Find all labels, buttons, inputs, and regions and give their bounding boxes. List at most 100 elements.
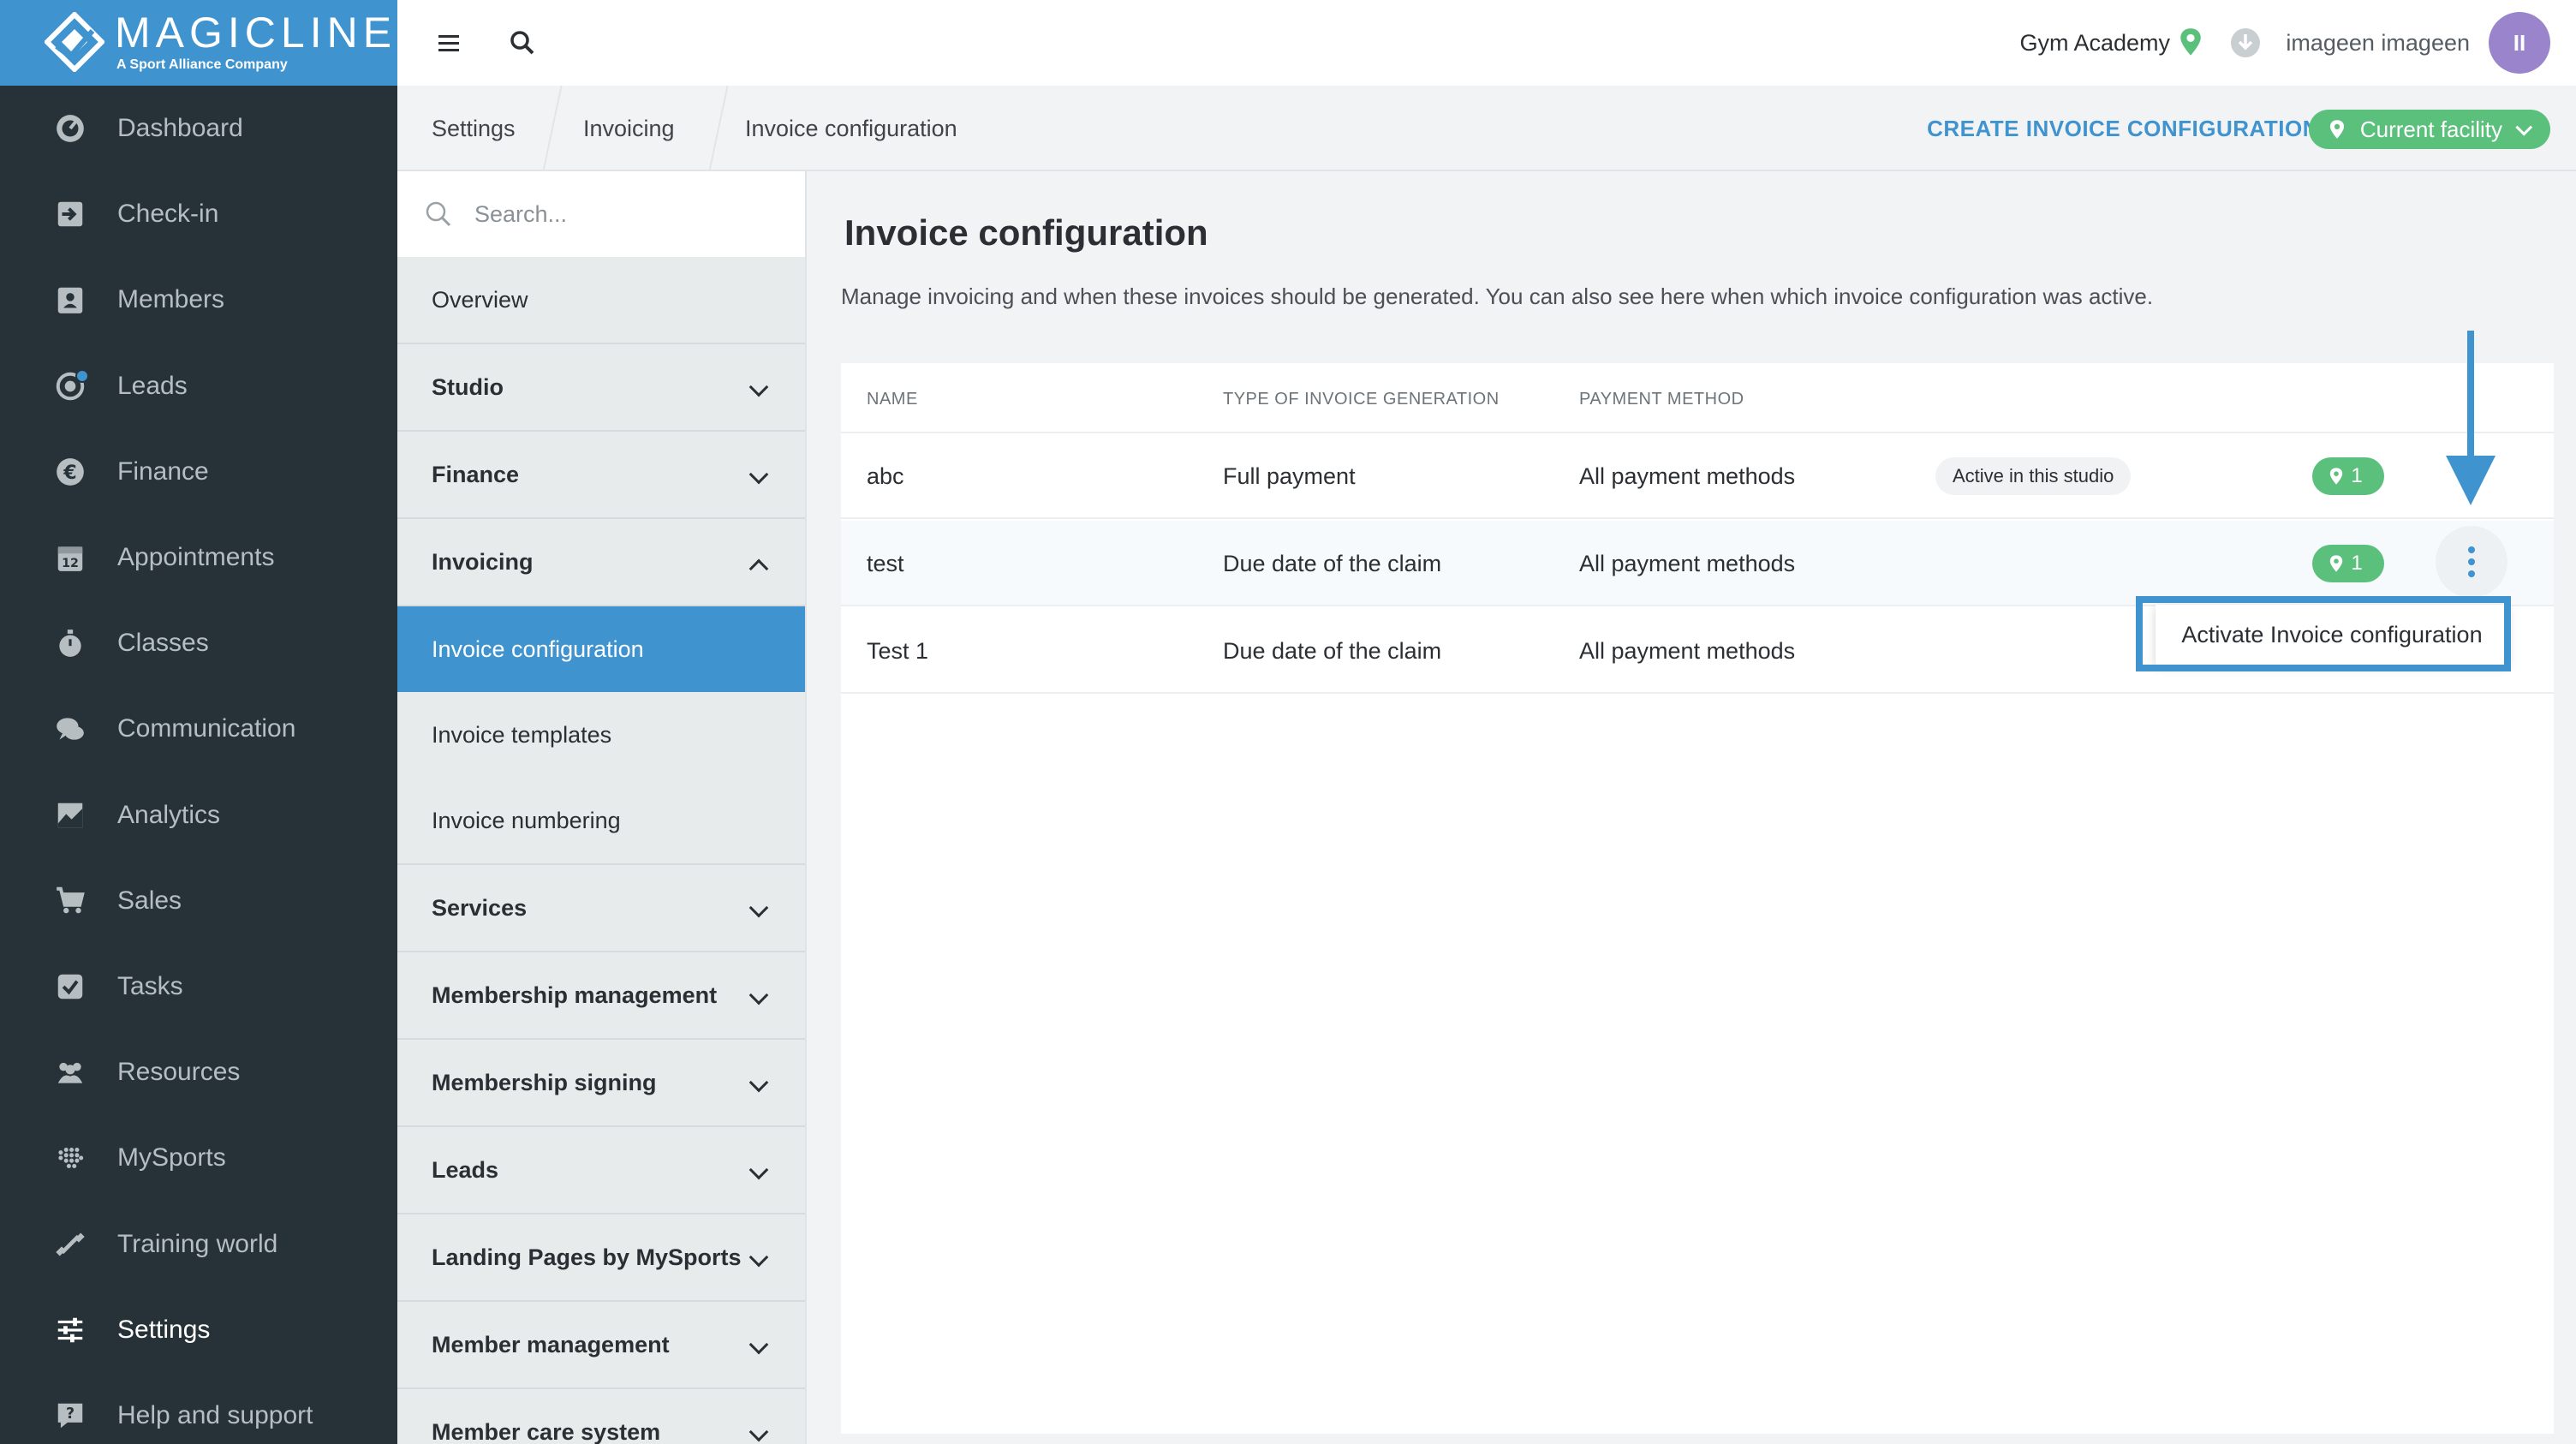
chevron-down-icon <box>748 464 769 485</box>
menu-section-label: Member management <box>432 1331 670 1357</box>
settings-search-input[interactable] <box>474 194 783 235</box>
user-name[interactable]: imageen imageen <box>2286 27 2470 58</box>
menu-section-label: Invoicing <box>432 548 534 575</box>
nav-item-training-world[interactable]: Training world <box>0 1201 397 1286</box>
nav-item-check-in[interactable]: Check-in <box>0 171 397 257</box>
nav-label: Appointments <box>117 543 275 572</box>
leads-notification-badge <box>75 368 89 383</box>
nav-label: Leads <box>117 371 188 400</box>
chat-icon <box>53 712 87 746</box>
nav-item-appointments[interactable]: 12 Appointments <box>0 515 397 600</box>
table-row[interactable]: test Due date of the claim All payment m… <box>841 521 2554 606</box>
nav-item-help[interactable]: ? Help and support <box>0 1373 397 1444</box>
row-actions-button[interactable] <box>2436 526 2507 598</box>
nav-item-classes[interactable]: Classes <box>0 600 397 686</box>
facility-count-badge[interactable]: 1 <box>2312 545 2384 582</box>
chevron-down-icon <box>748 377 769 397</box>
chevron-down-icon <box>748 1072 769 1093</box>
menu-section-finance[interactable]: Finance <box>397 432 805 519</box>
nav-item-sales[interactable]: Sales <box>0 858 397 944</box>
menu-section-label: Membership management <box>432 982 718 1008</box>
nav-item-analytics[interactable]: Analytics <box>0 773 397 858</box>
nav-label: Dashboard <box>117 114 243 143</box>
menu-item-invoice-templates[interactable]: Invoice templates <box>397 692 805 778</box>
menu-item-overview[interactable]: Overview <box>397 257 805 344</box>
menu-section-leads[interactable]: Leads <box>397 1127 805 1214</box>
brand-header[interactable]: MAGICLINE A Sport Alliance Company <box>0 0 397 86</box>
menu-section-label: Leads <box>432 1156 499 1183</box>
settings-menu: Overview Studio Finance Invoicing Invoic… <box>397 171 807 1444</box>
breadcrumb-separator <box>542 86 563 171</box>
nav-item-settings[interactable]: Settings <box>0 1287 397 1373</box>
menu-section-services[interactable]: Services <box>397 865 805 952</box>
search-icon[interactable] <box>505 26 540 60</box>
breadcrumb: Settings Invoicing Invoice configuration… <box>397 86 2576 171</box>
stopwatch-icon <box>53 626 87 660</box>
hamburger-menu-icon[interactable] <box>432 26 466 60</box>
menu-section-membership-management[interactable]: Membership management <box>397 952 805 1040</box>
menu-section-label: Services <box>432 894 528 921</box>
menu-section-studio[interactable]: Studio <box>397 344 805 432</box>
dumbbell-icon <box>53 1227 87 1262</box>
facility-count: 1 <box>2351 464 2363 487</box>
chevron-up-icon <box>748 558 769 579</box>
nav-label: Check-in <box>117 200 219 229</box>
nav-item-leads[interactable]: Leads <box>0 343 397 429</box>
table-row[interactable]: abc Full payment All payment methods Act… <box>841 433 2554 519</box>
menu-item-invoice-configuration[interactable]: Invoice configuration <box>397 606 805 692</box>
nav-item-members[interactable]: Members <box>0 257 397 343</box>
current-facility-dropdown[interactable]: Current facility <box>2308 110 2550 149</box>
menu-section-member-management[interactable]: Member management <box>397 1302 805 1389</box>
nav-item-dashboard[interactable]: Dashboard <box>0 86 397 171</box>
breadcrumb-invoicing[interactable]: Invoicing <box>583 111 675 146</box>
chart-icon <box>53 798 87 832</box>
column-header-name[interactable]: NAME <box>867 387 918 411</box>
menu-section-landing-pages[interactable]: Landing Pages by MySports <box>397 1214 805 1302</box>
menu-section-label: Finance <box>432 461 520 487</box>
chevron-down-icon <box>748 985 769 1005</box>
chevron-down-icon <box>748 1422 769 1442</box>
nav-label: Resources <box>117 1058 241 1087</box>
nav-item-communication[interactable]: Communication <box>0 686 397 772</box>
cell-type: Full payment <box>1223 463 1356 489</box>
menu-item-invoice-numbering[interactable]: Invoice numbering <box>397 778 805 865</box>
help-icon: ? <box>53 1399 87 1433</box>
cell-name: test <box>867 551 904 576</box>
nav-item-resources[interactable]: Resources <box>0 1029 397 1115</box>
nav-label: Tasks <box>117 971 183 1000</box>
nav-label: Classes <box>117 629 209 658</box>
dots-grid-icon <box>53 1141 87 1175</box>
euro-icon: € <box>53 455 87 489</box>
menu-section-membership-signing[interactable]: Membership signing <box>397 1040 805 1127</box>
column-header-type[interactable]: TYPE OF INVOICE GENERATION <box>1223 387 1500 411</box>
nav-label: Help and support <box>117 1400 313 1429</box>
nav-item-mysports[interactable]: MySports <box>0 1115 397 1201</box>
breadcrumb-invoice-configuration: Invoice configuration <box>745 116 957 141</box>
menu-section-member-care-system[interactable]: Member care system <box>397 1389 805 1444</box>
column-header-payment[interactable]: PAYMENT METHOD <box>1579 387 1744 411</box>
facility-count-badge[interactable]: 1 <box>2312 457 2384 495</box>
facility-name[interactable]: Gym Academy <box>2019 27 2170 58</box>
check-in-icon <box>53 197 87 231</box>
checkbox-icon <box>53 970 87 1004</box>
cell-name: Test 1 <box>867 638 929 664</box>
table-header: NAME TYPE OF INVOICE GENERATION PAYMENT … <box>841 363 2554 433</box>
create-invoice-configuration-button[interactable]: CREATE INVOICE CONFIGURATION <box>1927 111 2319 146</box>
chevron-down-icon <box>748 898 769 918</box>
chevron-down-icon <box>748 1334 769 1355</box>
breadcrumb-settings[interactable]: Settings <box>432 111 516 146</box>
brand-name: MAGICLINE <box>115 9 397 57</box>
menu-item-label: Invoice numbering <box>432 807 621 833</box>
nav-item-finance[interactable]: € Finance <box>0 429 397 515</box>
people-icon <box>53 1055 87 1089</box>
nav-label: Sales <box>117 886 182 915</box>
menu-section-invoicing[interactable]: Invoicing <box>397 519 805 606</box>
facility-count: 1 <box>2351 552 2363 575</box>
page-title: Invoice configuration <box>844 212 1208 253</box>
cell-type: Due date of the claim <box>1223 638 1442 664</box>
download-icon[interactable] <box>2230 27 2261 58</box>
members-icon <box>53 283 87 317</box>
avatar[interactable]: II <box>2489 12 2550 74</box>
nav-item-tasks[interactable]: Tasks <box>0 944 397 1029</box>
chevron-down-icon <box>748 1247 769 1268</box>
